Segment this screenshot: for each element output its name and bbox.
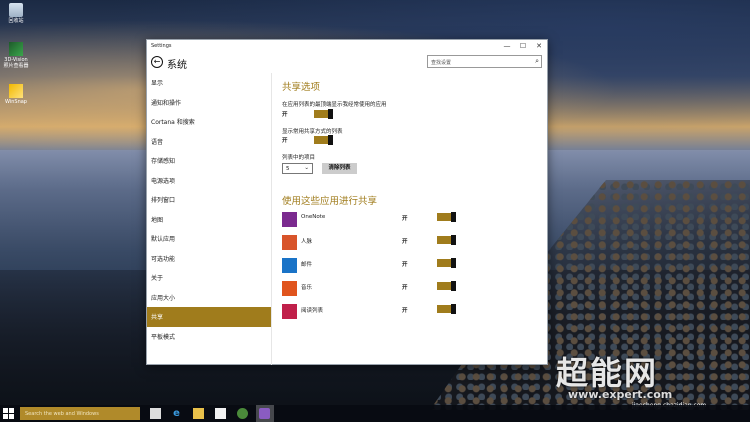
sidebar-item-power[interactable]: 电源选项 xyxy=(147,171,271,191)
minimize-button[interactable]: — xyxy=(499,40,515,52)
desktop-icon-photo-viewer[interactable]: 3D-Vision 照片查看器 xyxy=(2,42,30,69)
app-name: OneNote xyxy=(301,214,326,220)
desktop-icon-label: 3D-Vision 照片查看器 xyxy=(3,57,29,69)
page-title: 系统 xyxy=(167,60,187,71)
option2-toggle[interactable] xyxy=(314,135,333,145)
sidebar-item-maps[interactable]: 地图 xyxy=(147,210,271,230)
sidebar-item-optional-features[interactable]: 可选功能 xyxy=(147,249,271,269)
app-name: 音乐 xyxy=(301,285,313,291)
list-count-value: 5 xyxy=(286,166,290,172)
app-state: 开 xyxy=(402,308,408,314)
sidebar-item-app-sizes[interactable]: 应用大小 xyxy=(147,288,271,308)
maximize-button[interactable]: ☐ xyxy=(515,40,531,52)
sidebar-item-default-apps[interactable]: 默认应用 xyxy=(147,229,271,249)
list-count-label: 列表中的项目 xyxy=(282,155,316,161)
share-app-row: 邮件 开 xyxy=(282,257,544,277)
window-title: Settings xyxy=(151,43,172,49)
onenote-icon xyxy=(282,212,297,227)
desktop-icon-winsnap[interactable]: WinSnap xyxy=(2,84,30,105)
sidebar-item-notifications[interactable]: 通知和操作 xyxy=(147,93,271,113)
sidebar-item-cortana[interactable]: Cortana 和搜索 xyxy=(147,112,271,132)
photo-viewer-icon xyxy=(9,42,23,56)
store-icon[interactable] xyxy=(215,408,226,419)
task-view-icon[interactable] xyxy=(150,408,161,419)
app-state: 开 xyxy=(402,216,408,222)
app-toggle[interactable] xyxy=(437,304,456,314)
desktop-icon-label: 回收站 xyxy=(8,18,24,24)
clear-list-button[interactable]: 清除列表 xyxy=(322,163,357,174)
sidebar-item-speech[interactable]: 语音 xyxy=(147,132,271,152)
list-count-select[interactable]: 5 ⌄ xyxy=(282,163,313,174)
header-bar: ← 系统 查找设置 ⌕ xyxy=(147,52,547,72)
app-toggle[interactable] xyxy=(437,212,456,222)
share-app-row: 人脉 开 xyxy=(282,234,544,254)
sidebar-item-storage[interactable]: 存储感知 xyxy=(147,151,271,171)
option2-state: 开 xyxy=(282,138,288,144)
shortcut-icon xyxy=(9,84,23,98)
app-toggle[interactable] xyxy=(437,281,456,291)
watermark: 超能网 www.expert.com jiaocheng.chazidian.c… xyxy=(548,348,748,409)
desktop-icon-label: WinSnap xyxy=(5,99,27,105)
back-arrow-icon[interactable]: ← xyxy=(151,56,163,68)
share-app-row: 音乐 开 xyxy=(282,280,544,300)
app-name: 邮件 xyxy=(301,262,313,268)
windows-start-icon[interactable] xyxy=(3,408,15,419)
app-name: 人脉 xyxy=(301,239,313,245)
app-state: 开 xyxy=(402,285,408,291)
share-app-row: OneNote 开 xyxy=(282,211,544,231)
share-apps-heading: 使用这些应用进行共享 xyxy=(282,196,378,207)
option1-label: 在应用列表的最顶端显示我经常使用的应用 xyxy=(282,102,387,108)
share-settings-panel: 共享选项 在应用列表的最顶端显示我经常使用的应用 开 显示常用共享方式的列表 开… xyxy=(282,79,544,359)
search-placeholder: 查找设置 xyxy=(431,60,452,66)
watermark-url: www.expert.com xyxy=(568,388,673,401)
search-icon: ⌕ xyxy=(535,57,539,65)
sidebar-item-share[interactable]: 共享 xyxy=(147,307,271,327)
option1-state: 开 xyxy=(282,112,288,118)
reading-list-icon xyxy=(282,304,297,319)
music-icon xyxy=(282,281,297,296)
app-name: 阅读列表 xyxy=(301,308,324,314)
close-button[interactable]: ✕ xyxy=(531,40,547,52)
sidebar-item-about[interactable]: 关于 xyxy=(147,268,271,288)
taskbar: Search the web and Windows e xyxy=(0,405,750,422)
option2-label: 显示常用共享方式的列表 xyxy=(282,129,343,135)
share-options-heading: 共享选项 xyxy=(282,82,321,93)
people-icon xyxy=(282,235,297,250)
sidebar-item-display[interactable]: 显示 xyxy=(147,73,271,93)
sidebar: 显示 通知和操作 Cortana 和搜索 语音 存储感知 电源选项 排列窗口 地… xyxy=(147,73,272,365)
app-toggle[interactable] xyxy=(437,235,456,245)
settings-gear-icon[interactable] xyxy=(259,408,270,419)
app-state: 开 xyxy=(402,262,408,268)
recycle-bin-icon xyxy=(9,3,23,17)
share-app-row: 阅读列表 开 xyxy=(282,303,544,323)
edge-browser-icon[interactable]: e xyxy=(171,408,182,419)
mail-icon xyxy=(282,258,297,273)
file-explorer-icon[interactable] xyxy=(193,408,204,419)
app-toggle[interactable] xyxy=(437,258,456,268)
app-state: 开 xyxy=(402,239,408,245)
browser-icon[interactable] xyxy=(237,408,248,419)
title-bar[interactable]: Settings — ☐ ✕ xyxy=(147,40,547,52)
settings-window: Settings — ☐ ✕ ← 系统 查找设置 ⌕ 显示 通知和操作 Cort… xyxy=(146,39,548,365)
search-input[interactable]: 查找设置 ⌕ xyxy=(427,55,542,68)
sidebar-item-tablet-mode[interactable]: 平板模式 xyxy=(147,327,271,347)
sidebar-item-multitasking[interactable]: 排列窗口 xyxy=(147,190,271,210)
desktop-icon-recycle-bin[interactable]: 回收站 xyxy=(2,3,30,24)
taskbar-search-input[interactable]: Search the web and Windows xyxy=(20,407,140,420)
option1-toggle[interactable] xyxy=(314,109,333,119)
chevron-down-icon: ⌄ xyxy=(304,165,309,171)
